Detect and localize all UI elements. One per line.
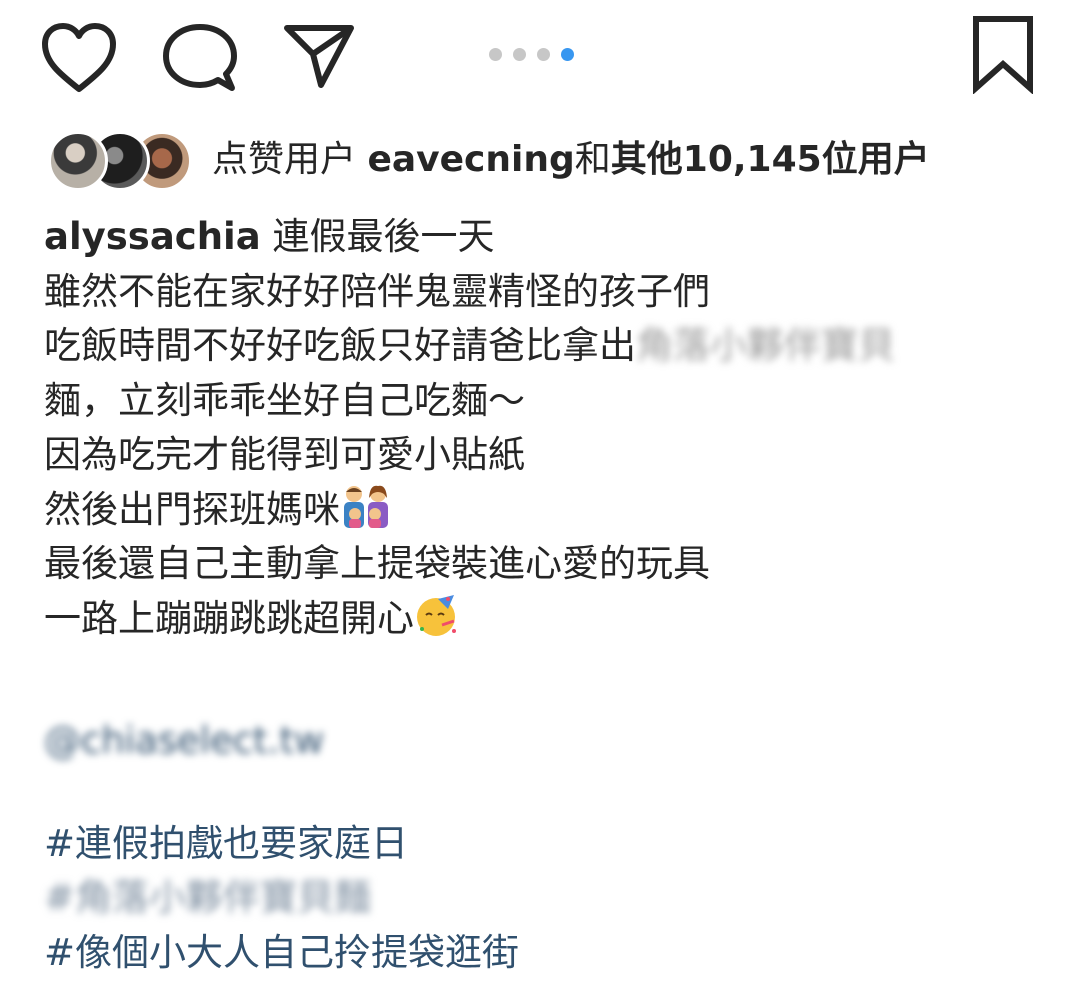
caption-line: 連假最後一天 (260, 215, 495, 258)
caption-line: 最後還自己主動拿上提袋裝進心愛的玩具 (44, 542, 710, 585)
save-button[interactable] (968, 14, 1038, 94)
caption-line: 麵，立刻乖乖坐好自己吃麵～ (44, 378, 525, 422)
likes-others[interactable]: 其他10,145位用户 (611, 139, 930, 180)
liker-username[interactable]: eavecning (367, 139, 574, 180)
mention-link[interactable]: @chiaselect.tw (44, 719, 324, 762)
post-caption: alyssachia 連假最後一天 雖然不能在家好好陪伴鬼靈精怪的孩子們 吃飯時… (44, 210, 1044, 980)
hashtag-link[interactable]: #像個小大人自己拎提袋逛街 (44, 931, 519, 974)
caption-line: 然後出門探班媽咪 (44, 487, 340, 531)
like-button[interactable] (40, 22, 118, 94)
likes-text: 点赞用户 eavecning和其他10,145位用户 (212, 138, 930, 182)
carousel-dot (537, 47, 550, 61)
hashtag-link[interactable]: #角落小夥伴寶貝麵 (44, 876, 371, 919)
carousel-indicator (489, 47, 574, 61)
likes-and: 和 (574, 139, 611, 180)
party-face-emoji (414, 593, 460, 653)
bookmark-icon (973, 16, 1033, 94)
speech-bubble-icon (163, 24, 237, 91)
liker-avatars (48, 129, 192, 191)
carousel-dot (513, 47, 526, 61)
caption-username[interactable]: alyssachia (44, 215, 261, 258)
caption-line: 因為吃完才能得到可愛小貼紙 (44, 433, 525, 476)
likes-prefix: 点赞用户 (212, 139, 368, 180)
likes-summary[interactable]: 点赞用户 eavecning和其他10,145位用户 (48, 128, 930, 192)
avatar (48, 131, 108, 191)
post-action-bar (0, 0, 1080, 110)
family-emoji (340, 484, 392, 544)
paper-plane-icon (284, 25, 354, 88)
caption-line: 吃飯時間不好好吃飯只好請爸比拿出 (44, 324, 636, 367)
carousel-dot (489, 47, 502, 61)
caption-line: 一路上蹦蹦跳跳超開心 (44, 596, 414, 640)
hashtag-link[interactable]: #連假拍戲也要家庭日 (44, 822, 408, 865)
carousel-dot-active (561, 47, 574, 61)
share-button[interactable] (282, 22, 356, 90)
caption-line: 雖然不能在家好好陪伴鬼靈精怪的孩子們 (44, 269, 710, 313)
heart-outline-icon (42, 23, 116, 92)
comment-button[interactable] (160, 22, 240, 94)
blurred-product-name: 角落小夥伴寶貝 (636, 324, 895, 367)
